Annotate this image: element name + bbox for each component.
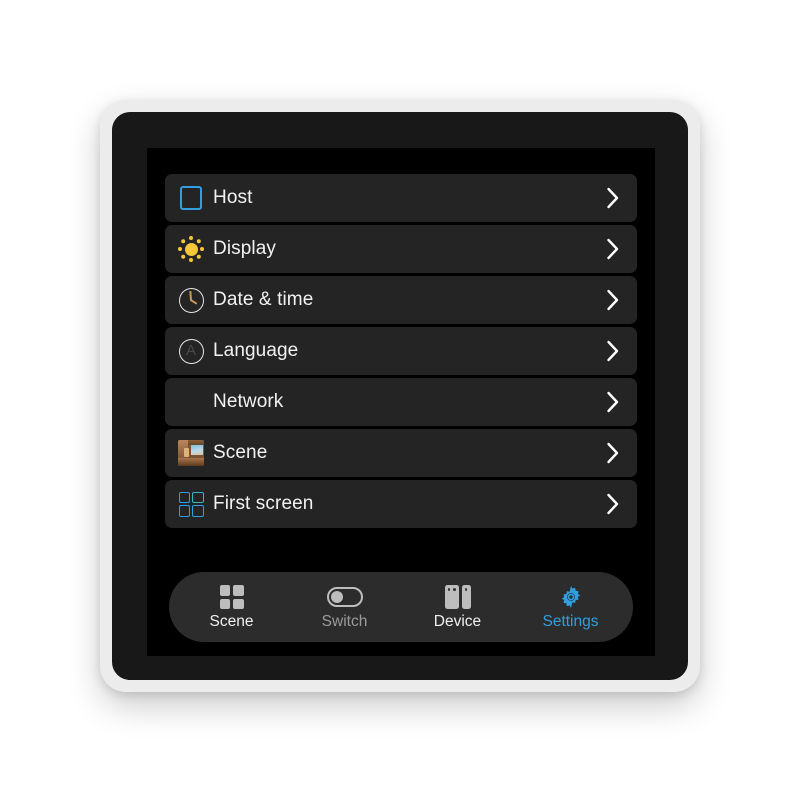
nav-item-label: Scene (209, 613, 254, 631)
nav-item-label: Device (433, 613, 482, 631)
grid-four-icon (219, 584, 244, 610)
bottom-navigation-bar: Scene Switch Device Settings (169, 572, 633, 642)
settings-row-first-screen[interactable]: First screen (165, 480, 637, 528)
settings-row-language[interactable]: A Language (165, 327, 637, 375)
chevron-right-icon (603, 287, 623, 313)
settings-row-label: Host (213, 187, 253, 208)
language-icon-letter: A (185, 342, 196, 359)
host-square-icon (177, 184, 205, 212)
clock-icon (177, 286, 205, 314)
nav-item-label: Switch (321, 613, 368, 631)
chevron-right-icon (603, 491, 623, 517)
language-circle-a-icon: A (177, 337, 205, 365)
settings-row-host[interactable]: Host (165, 174, 637, 222)
device-panels-icon (444, 584, 471, 610)
chevron-right-icon (603, 338, 623, 364)
chevron-right-icon (603, 236, 623, 262)
network-icon-placeholder (177, 388, 205, 416)
settings-row-label: Scene (213, 442, 268, 463)
layout-spacer (165, 528, 637, 572)
settings-row-label: Language (213, 340, 299, 361)
chevron-right-icon (603, 389, 623, 415)
chevron-right-icon (603, 440, 623, 466)
nav-item-scene[interactable]: Scene (184, 572, 280, 642)
settings-row-network[interactable]: Network (165, 378, 637, 426)
nav-item-device[interactable]: Device (410, 572, 506, 642)
settings-list: Host Display Date & time A Language Netw… (165, 174, 637, 528)
settings-row-label: Network (213, 391, 284, 412)
settings-row-display[interactable]: Display (165, 225, 637, 273)
sun-icon (177, 235, 205, 263)
nav-item-settings[interactable]: Settings (523, 572, 619, 642)
settings-row-scene[interactable]: Scene (165, 429, 637, 477)
gear-icon (558, 584, 584, 610)
screenshot-stage: Host Display Date & time A Language Netw… (0, 0, 800, 800)
toggle-off-icon (326, 584, 363, 610)
scene-photo-icon (177, 439, 205, 467)
nav-item-switch[interactable]: Switch (297, 572, 393, 642)
settings-row-date-time[interactable]: Date & time (165, 276, 637, 324)
device-screen: Host Display Date & time A Language Netw… (147, 148, 655, 656)
grid-four-icon (177, 490, 205, 518)
nav-item-label: Settings (542, 613, 599, 631)
settings-row-label: First screen (213, 493, 314, 514)
settings-row-label: Date & time (213, 289, 314, 310)
settings-row-label: Display (213, 238, 276, 259)
chevron-right-icon (603, 185, 623, 211)
